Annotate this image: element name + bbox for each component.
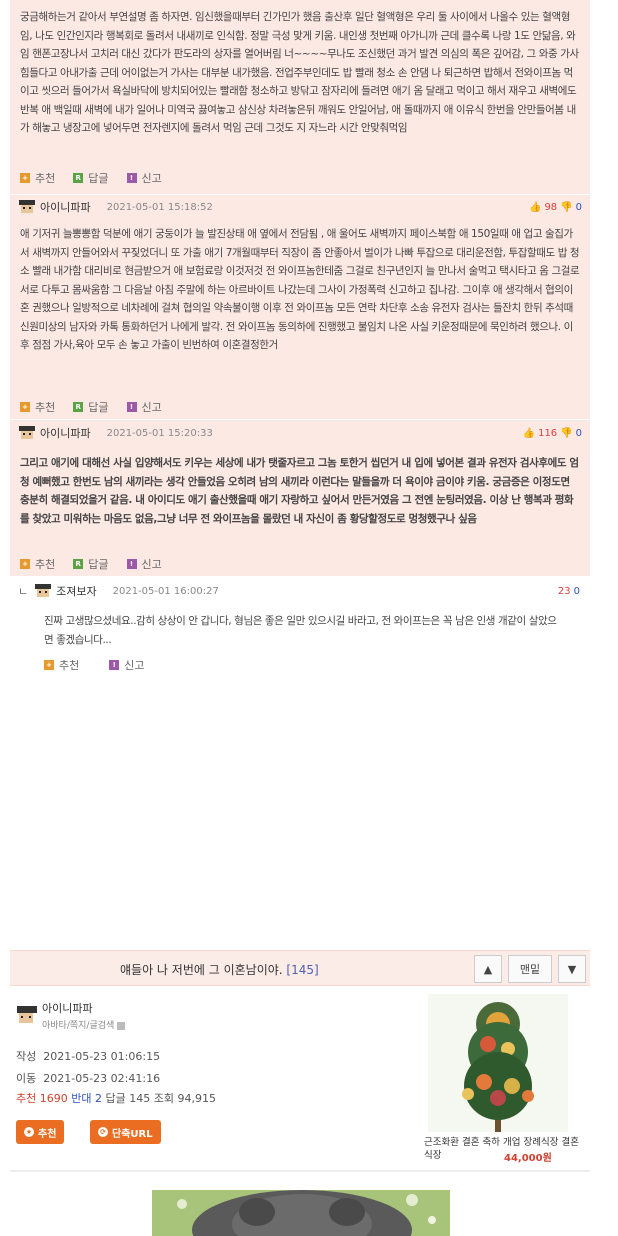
comment-header: 아이니파파 2021-05-01 15:20:33 👍 116 👎 0 (10, 420, 590, 446)
comment-actions: + 추천 R 답글 ! 신고 (20, 170, 162, 186)
report-icon: ! (126, 173, 137, 183)
recommend-button[interactable]: + 추천 (20, 399, 55, 415)
triangle-down-icon: ▼ (567, 962, 577, 976)
post-image (152, 1190, 450, 1236)
reply-actions: + 추천 ! 신고 (44, 657, 145, 673)
triangle-up-icon: ▲ (483, 962, 493, 976)
comment-header: 아이니파파 2021-05-01 15:18:52 👍 98 👎 0 (10, 195, 590, 219)
comment-author[interactable]: 아이니파파 (40, 199, 91, 215)
comment-text: 그리고 애기에 대해선 사실 입양해서도 키우는 세상에 내가 탯줄자르고 그놈… (20, 457, 579, 525)
recommend-button[interactable]: + 추천 (20, 556, 55, 572)
comment-author[interactable]: 아이니파파 (40, 425, 91, 441)
report-button[interactable]: ! 신고 (126, 399, 162, 415)
comment-1: 궁금해하는거 같아서 부연설명 좀 하자면. 임신했을때부터 긴가민가 했음 출… (10, 0, 590, 194)
report-button[interactable]: ! 신고 (126, 170, 162, 186)
scroll-up-button[interactable]: ▲ (474, 955, 502, 983)
author-name[interactable]: 아이니파파 (42, 1000, 125, 1016)
thumbs-up-icon[interactable]: 👍 (523, 428, 535, 439)
comment-3: 그리고 애기에 대해선 사실 입양해서도 키우는 세상에 내가 탯줄자르고 그놈… (10, 446, 590, 576)
comment-date: 2021-05-01 15:18:52 (106, 201, 213, 213)
author-links[interactable]: 아바타/쪽지/글검색 (42, 1018, 126, 1031)
author-row: 아이니파파 아바타/쪽지/글검색 (16, 1000, 126, 1031)
vote-counts: 23 0 (557, 585, 580, 597)
thumb-icon: + (20, 173, 30, 183)
flower-wreath-icon (462, 1002, 534, 1132)
report-icon: ! (126, 559, 137, 569)
avatar (34, 584, 52, 598)
dog-photo-icon (152, 1190, 450, 1236)
moved-row: 이동 2021-05-23 02:41:16 (16, 1072, 161, 1085)
divider (10, 1170, 590, 1172)
comment-actions: + 추천 R 답글 ! 신고 (20, 399, 162, 415)
ad-box[interactable]: 근조화환 결혼 축하 개업 장례식장 결혼식장 44,000원 (420, 990, 590, 1170)
reply-author[interactable]: 조져보자 (56, 583, 96, 599)
comment-date: 2021-05-01 15:20:33 (106, 427, 213, 439)
link-icon: ⟳ (98, 1127, 108, 1137)
thumbs-down-icon[interactable]: 👎 (560, 202, 572, 213)
thumb-icon: + (20, 559, 30, 569)
wreath-image (428, 994, 568, 1132)
reply-arrow-icon: ㄴ (18, 585, 29, 598)
avatar (18, 200, 36, 214)
reply-button[interactable]: R 답글 (73, 399, 109, 415)
created-row: 작성 2021-05-23 01:06:15 (16, 1050, 161, 1063)
ad-price: 44,000원 (504, 1153, 552, 1164)
report-icon: ! (109, 660, 120, 670)
reply-icon: R (73, 559, 84, 569)
reply-button[interactable]: R 답글 (73, 170, 109, 186)
reply-header: ㄴ 조져보자 2021-05-01 16:00:27 23 0 (18, 580, 590, 602)
reply-icon: R (73, 173, 84, 183)
post-title-bar: 얘들아 나 저번에 그 이혼남이야. [145] ▲ 맨밑 ▼ (10, 950, 590, 986)
post-stats: 추천 1690 반대 2 답글 145 조회 94,915 (16, 1092, 216, 1105)
info-icon (117, 1021, 126, 1030)
vote-counts: 👍 116 👎 0 (522, 427, 582, 439)
vote-counts: 👍 98 👎 0 (528, 201, 582, 213)
report-button[interactable]: ! 신고 (109, 657, 145, 673)
comment-text: 애 기저귀 늘뽕뽕함 덕분에 애기 궁둥이가 늘 발진상태 애 옆에서 전담됨 … (20, 228, 580, 351)
thumb-icon: + (20, 402, 30, 412)
thumbs-up-icon[interactable]: 👍 (529, 202, 541, 213)
reply-icon: R (73, 402, 84, 412)
avatar (18, 426, 36, 440)
short-url-button[interactable]: ⟳ 단축URL (90, 1120, 161, 1144)
comment-text: 궁금해하는거 같아서 부연설명 좀 하자면. 임신했을때부터 긴가민가 했음 출… (20, 11, 579, 134)
thumbs-down-icon[interactable]: 👎 (560, 428, 572, 439)
comment-actions: + 추천 R 답글 ! 신고 (20, 556, 162, 572)
recommend-post-button[interactable]: ★ 추천 (16, 1120, 65, 1144)
reply-button[interactable]: R 답글 (73, 556, 109, 572)
recommend-button[interactable]: + 추천 (44, 657, 79, 673)
author-info-box: 아이니파파 아바타/쪽지/글검색 작성 2021-05-23 01:06:15 … (10, 990, 420, 1160)
recommend-icon: ★ (24, 1127, 34, 1137)
scroll-bottom-button[interactable]: 맨밑 (508, 955, 552, 983)
recommend-button[interactable]: + 추천 (20, 170, 55, 186)
report-button[interactable]: ! 신고 (126, 556, 162, 572)
reply-text: 진짜 고생많으셨네요..감히 상상이 안 갑니다, 형님은 좋은 일만 있으시길… (44, 615, 557, 646)
post-title[interactable]: 얘들아 나 저번에 그 이혼남이야. [145] (120, 961, 319, 978)
thumb-icon: + (44, 660, 54, 670)
comment-2: 애 기저귀 늘뽕뽕함 덕분에 애기 궁둥이가 늘 발진상태 애 옆에서 전담됨 … (10, 219, 590, 419)
report-icon: ! (126, 402, 137, 412)
scroll-down-button[interactable]: ▼ (558, 955, 586, 983)
reply-date: 2021-05-01 16:00:27 (112, 585, 219, 597)
avatar (16, 1005, 38, 1026)
